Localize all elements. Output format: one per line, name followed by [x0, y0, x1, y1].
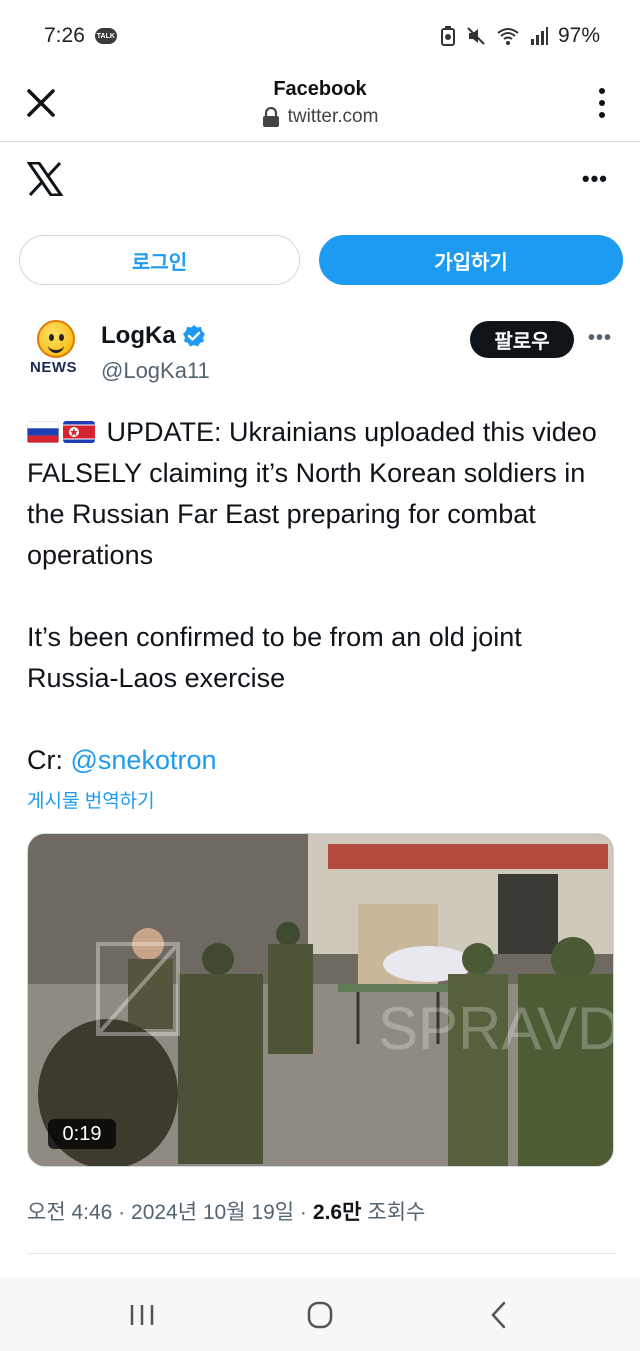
signup-button[interactable]: 가입하기	[319, 235, 623, 285]
credit-prefix: Cr:	[27, 745, 71, 775]
avatar[interactable]: NEWS	[27, 318, 87, 378]
smiley-face-icon	[37, 320, 75, 358]
navigation-bar	[0, 1277, 640, 1351]
browser-url: twitter.com	[0, 106, 640, 128]
tweet-more-icon[interactable]: •••	[588, 327, 612, 350]
divider	[27, 1253, 617, 1254]
tweet-text-line-1: UPDATE: Ukrainians uploaded this video F…	[27, 417, 597, 570]
video-thumbnail: SPRAVDI	[28, 834, 614, 1166]
verified-badge-icon	[182, 325, 205, 347]
battery-level: 97%	[557, 24, 600, 47]
x-logo-icon[interactable]	[27, 162, 63, 196]
browser-bar: Facebook twitter.com	[0, 72, 640, 142]
wifi-icon	[497, 28, 519, 45]
tweet-credit: Cr: @snekotron	[27, 740, 617, 781]
battery-saver-icon	[440, 26, 455, 46]
x-header: •••	[0, 142, 640, 220]
north-korea-flag-icon	[63, 421, 95, 443]
author-handle[interactable]: @LogKa11	[101, 358, 210, 384]
lock-icon	[262, 107, 279, 127]
tweet-paragraph-2: It’s been confirmed to be from an old jo…	[27, 622, 522, 693]
back-icon[interactable]	[480, 1297, 520, 1333]
browser-title: Facebook	[273, 78, 367, 100]
tweet-paragraph-1: UPDATE: Ukrainians uploaded this video F…	[27, 412, 617, 576]
browser-url-text: twitter.com	[287, 106, 379, 127]
talk-notification-icon: TALK	[94, 28, 117, 44]
author-name-text: LogKa	[101, 322, 176, 349]
author-name[interactable]: LogKa	[101, 322, 206, 350]
tweet-timestamp[interactable]: 오전 4:46 · 2024년 10월 19일 ·	[27, 1196, 307, 1226]
video-watermark: SPRAVDI	[378, 995, 614, 1062]
follow-button[interactable]: 팔로우	[470, 321, 574, 358]
video-player[interactable]: SPRAVDI 0:19	[27, 833, 614, 1167]
home-icon[interactable]	[300, 1297, 340, 1333]
recent-apps-icon[interactable]	[122, 1297, 162, 1333]
status-time: 7:26	[44, 24, 85, 47]
mute-icon	[467, 27, 485, 45]
tweet-text: UPDATE: Ukrainians uploaded this video F…	[27, 412, 617, 781]
views-label: 조회수	[367, 1201, 426, 1224]
russia-flag-icon	[27, 421, 59, 443]
avatar-label: NEWS	[30, 359, 77, 376]
tweet-meta: 오전 4:46 · 2024년 10월 19일 · 2.6만 조회수	[27, 1196, 425, 1226]
views-count: 2.6만	[312, 1201, 362, 1224]
credit-mention-link[interactable]: @snekotron	[71, 745, 217, 775]
more-options-icon[interactable]	[594, 86, 610, 120]
login-button[interactable]: 로그인	[19, 235, 300, 285]
signal-icon	[530, 27, 548, 45]
translate-post-link[interactable]: 게시물 번역하기	[27, 786, 155, 813]
video-duration: 0:19	[48, 1119, 116, 1149]
header-more-icon[interactable]: •••	[582, 166, 608, 192]
status-bar: 7:26 TALK 97%	[0, 0, 640, 72]
